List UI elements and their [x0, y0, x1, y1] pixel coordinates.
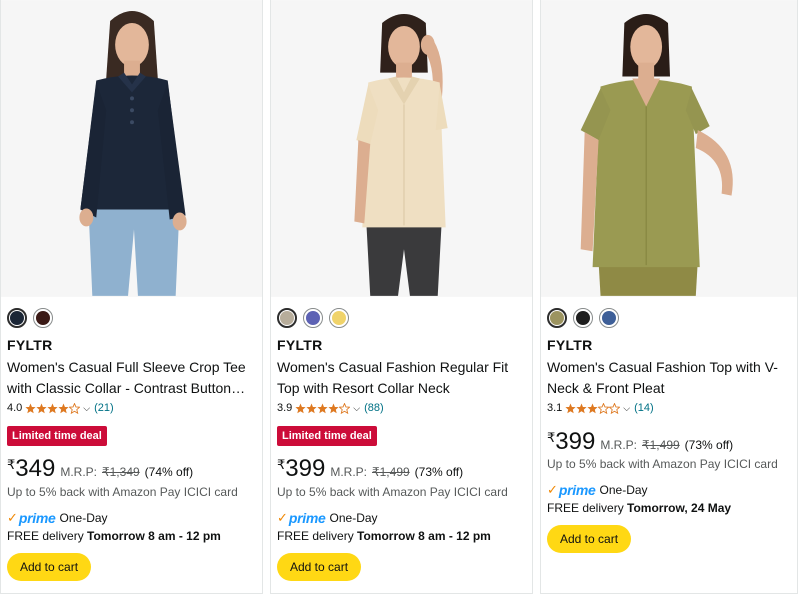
delivery-time: Tomorrow 8 am - 12 pm — [87, 529, 221, 543]
swatch-beige[interactable] — [277, 308, 297, 328]
price-row: ₹ 399 M.R.P: ₹1,499 (73% off) — [547, 428, 733, 456]
currency-symbol: ₹ — [277, 457, 286, 472]
price-amount: 399 — [555, 428, 596, 455]
discount-percent: (74% off) — [144, 465, 194, 479]
prime-badge: ✓ prime One-Day — [547, 482, 648, 498]
delivery-time: Tomorrow 8 am - 12 pm — [357, 529, 491, 543]
star-rating-icon — [25, 402, 81, 414]
currency-symbol: ₹ — [7, 457, 16, 472]
swatch-maroon[interactable] — [33, 308, 53, 328]
prime-speed: One-Day — [59, 511, 108, 525]
product-grid: FYLTR Women's Casual Full Sleeve Crop Te… — [0, 0, 798, 594]
product-card: FYLTR Women's Casual Fashion Regular Fit… — [270, 0, 533, 594]
review-count-link[interactable]: (21) — [94, 402, 114, 414]
rating-row[interactable]: 3.9 ⌵ (88) — [277, 402, 384, 414]
add-to-cart-button[interactable]: Add to cart — [277, 553, 362, 581]
limited-deal-badge: Limited time deal — [7, 426, 107, 446]
product-image[interactable] — [1, 0, 262, 297]
add-to-cart-button[interactable]: Add to cart — [547, 525, 632, 553]
cashback-offer: Up to 5% back with Amazon Pay ICICI card — [7, 485, 238, 499]
review-count-link[interactable]: (14) — [634, 402, 654, 414]
rating-row[interactable]: 3.1 ⌵ (14) — [547, 402, 654, 414]
discount-percent: (73% off) — [684, 438, 734, 452]
product-title-link[interactable]: Women's Casual Fashion Regular Fit Top w… — [277, 357, 531, 399]
chevron-down-icon[interactable]: ⌵ — [353, 403, 360, 414]
price-amount: 349 — [15, 455, 56, 482]
brand-name: FYLTR — [547, 337, 593, 353]
prime-check-icon: ✓ — [547, 482, 558, 497]
prime-check-icon: ✓ — [277, 510, 288, 525]
swatch-yellow[interactable] — [329, 308, 349, 328]
model-navy-collar-top-photo — [1, 1, 262, 296]
model-olive-vneck-top-photo — [541, 1, 797, 296]
mrp-label: M.R.P: — [600, 438, 637, 452]
model-beige-resort-collar-top-photo — [271, 1, 532, 296]
star-rating-icon — [565, 402, 621, 414]
rating-value: 3.1 — [547, 402, 563, 414]
product-image[interactable] — [541, 0, 797, 297]
add-to-cart-button[interactable]: Add to cart — [7, 553, 92, 581]
swatch-navy[interactable] — [7, 308, 27, 328]
delivery-info: FREE delivery Tomorrow 8 am - 12 pm — [7, 529, 221, 543]
product-card: FYLTR Women's Casual Full Sleeve Crop Te… — [0, 0, 263, 594]
swatch-blue[interactable] — [599, 308, 619, 328]
swatch-olive[interactable] — [547, 308, 567, 328]
prime-speed: One-Day — [599, 483, 648, 497]
brand-name: FYLTR — [7, 337, 53, 353]
discount-percent: (73% off) — [414, 465, 464, 479]
rating-value: 4.0 — [7, 402, 23, 414]
cashback-offer: Up to 5% back with Amazon Pay ICICI card — [277, 485, 508, 499]
delivery-info: FREE delivery Tomorrow 8 am - 12 pm — [277, 529, 491, 543]
prime-badge: ✓ prime One-Day — [277, 510, 378, 526]
delivery-prefix: FREE delivery — [7, 529, 84, 543]
mrp-label: M.R.P: — [60, 465, 97, 479]
review-count-link[interactable]: (88) — [364, 402, 384, 414]
color-swatches — [7, 308, 53, 328]
currency-symbol: ₹ — [547, 430, 556, 445]
prime-label: prime — [558, 482, 596, 498]
swatch-black[interactable] — [573, 308, 593, 328]
product-title-link[interactable]: Women's Casual Full Sleeve Crop Tee with… — [7, 357, 261, 399]
mrp-value: ₹1,499 — [642, 438, 680, 452]
cashback-offer: Up to 5% back with Amazon Pay ICICI card — [547, 457, 778, 471]
price-amount: 399 — [285, 455, 326, 482]
star-rating-icon — [295, 402, 351, 414]
product-image[interactable] — [271, 0, 532, 297]
mrp-value: ₹1,499 — [372, 465, 410, 479]
delivery-time: Tomorrow, 24 May — [627, 501, 732, 515]
color-swatches — [547, 308, 619, 328]
price-row: ₹ 399 M.R.P: ₹1,499 (73% off) — [277, 455, 463, 483]
product-card: FYLTR Women's Casual Fashion Top with V-… — [540, 0, 798, 594]
product-title-link[interactable]: Women's Casual Fashion Top with V-Neck &… — [547, 357, 798, 399]
delivery-prefix: FREE delivery — [547, 501, 624, 515]
prime-label: prime — [288, 510, 326, 526]
color-swatches — [277, 308, 349, 328]
rating-value: 3.9 — [277, 402, 293, 414]
mrp-value: ₹1,349 — [102, 465, 140, 479]
prime-speed: One-Day — [329, 511, 378, 525]
prime-badge: ✓ prime One-Day — [7, 510, 108, 526]
swatch-blue[interactable] — [303, 308, 323, 328]
price-row: ₹ 349 M.R.P: ₹1,349 (74% off) — [7, 455, 193, 483]
prime-check-icon: ✓ — [7, 510, 18, 525]
limited-deal-badge: Limited time deal — [277, 426, 377, 446]
brand-name: FYLTR — [277, 337, 323, 353]
delivery-prefix: FREE delivery — [277, 529, 354, 543]
chevron-down-icon[interactable]: ⌵ — [83, 403, 90, 414]
rating-row[interactable]: 4.0 ⌵ (21) — [7, 402, 114, 414]
prime-label: prime — [18, 510, 56, 526]
chevron-down-icon[interactable]: ⌵ — [623, 403, 630, 414]
delivery-info: FREE delivery Tomorrow, 24 May — [547, 501, 731, 515]
mrp-label: M.R.P: — [330, 465, 367, 479]
